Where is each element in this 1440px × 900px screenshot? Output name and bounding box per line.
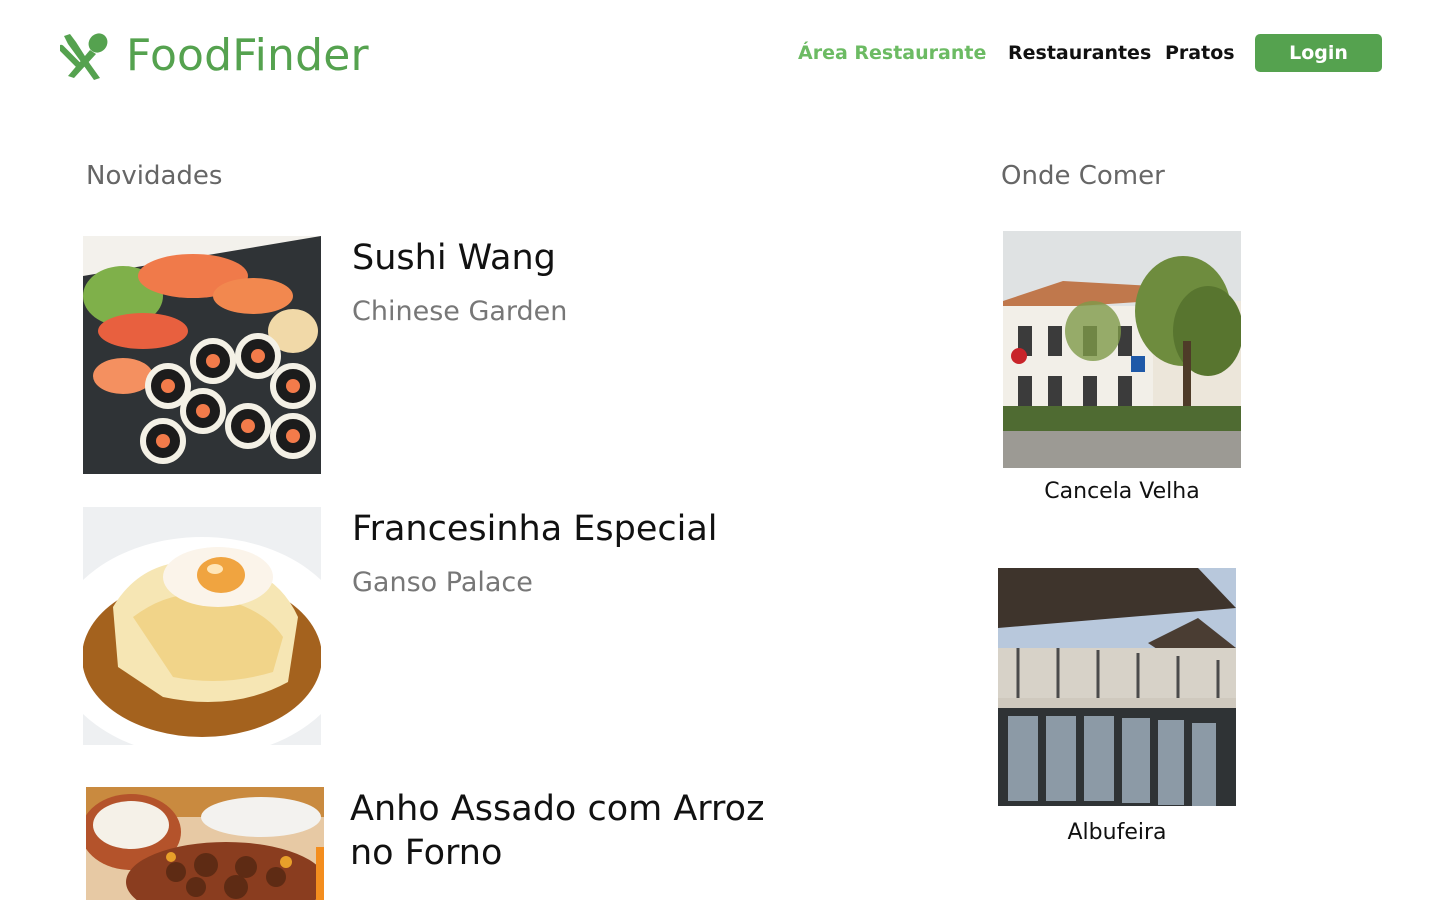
dish-restaurant-1[interactable]: Chinese Garden <box>352 296 567 327</box>
francesinha-photo[interactable] <box>83 507 321 745</box>
top-nav: Área Restaurante Restaurantes Pratos Log… <box>0 34 1440 74</box>
page: FoodFinder Área Restaurante Restaurantes… <box>0 0 1440 900</box>
login-button[interactable]: Login <box>1255 34 1382 72</box>
novidades-title: Novidades <box>86 161 223 191</box>
onde-comer-title: Onde Comer <box>1001 161 1165 191</box>
nav-area-restaurante[interactable]: Área Restaurante <box>798 42 986 64</box>
place-name-2[interactable]: Albufeira <box>998 820 1236 845</box>
nav-restaurantes[interactable]: Restaurantes <box>1008 42 1151 64</box>
nav-pratos[interactable]: Pratos <box>1165 42 1235 64</box>
building-photo[interactable] <box>1003 231 1241 468</box>
terrace-photo[interactable] <box>998 568 1236 806</box>
dish-name-1[interactable]: Sushi Wang <box>352 236 772 280</box>
dish-name-3[interactable]: Anho Assado com Arroz no Forno <box>350 787 770 875</box>
place-name-1[interactable]: Cancela Velha <box>1003 479 1241 504</box>
roast-lamb-photo[interactable] <box>86 787 324 900</box>
dish-name-2[interactable]: Francesinha Especial <box>352 507 772 551</box>
dish-restaurant-2[interactable]: Ganso Palace <box>352 567 533 598</box>
sushi-platter-photo[interactable] <box>83 236 321 474</box>
